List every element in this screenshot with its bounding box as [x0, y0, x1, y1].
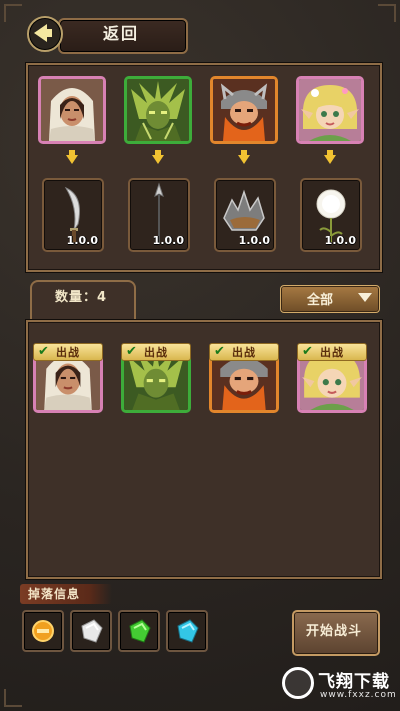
- start-battle-label: 开始战斗: [305, 624, 362, 639]
- roster-count-label: 数量：4: [54, 290, 108, 305]
- drop-item-white-gem[interactable]: [70, 610, 112, 652]
- equip-arrow-icon: [66, 150, 78, 164]
- checkmark-icon: ✔: [302, 344, 313, 359]
- back-label[interactable]: 返回: [58, 18, 184, 50]
- green-gem-icon: [129, 619, 151, 643]
- hero-portrait-green-warrior[interactable]: [124, 76, 192, 144]
- equipment-slot-3[interactable]: 1.0.0: [214, 178, 276, 252]
- checkmark-icon: ✔: [38, 344, 49, 359]
- in-battle-label: 出战: [320, 346, 344, 359]
- team-member-blonde-elf[interactable]: ✔ 出战: [297, 343, 367, 413]
- frame-corner-tl: [4, 4, 22, 22]
- drop-item-gold[interactable]: [22, 610, 64, 652]
- in-battle-badge: ✔ 出战: [209, 343, 279, 361]
- orange-dwarf-portrait: [213, 79, 275, 141]
- drop-info-label: 掉落信息: [28, 587, 81, 601]
- hooded-woman-portrait: [41, 79, 103, 141]
- hero-portrait-hooded-woman[interactable]: [38, 76, 106, 144]
- equipment-slot-4[interactable]: 1.0.0: [300, 178, 362, 252]
- equipment-slot-1[interactable]: 1.0.0: [42, 178, 104, 252]
- in-battle-badge: ✔ 出战: [121, 343, 191, 361]
- drop-item-green-gem[interactable]: [118, 610, 160, 652]
- in-battle-label: 出战: [144, 346, 168, 359]
- watermark-url: www.fxxz.com: [320, 690, 397, 700]
- hero-portrait-orange-dwarf[interactable]: [210, 76, 278, 144]
- watermark-brand: 飞翔下载: [318, 672, 390, 692]
- drop-item-blue-gem[interactable]: [166, 610, 208, 652]
- frame-corner-bl: [4, 689, 22, 707]
- in-battle-badge: ✔ 出战: [297, 343, 367, 361]
- team-member-green-warrior[interactable]: ✔ 出战: [121, 343, 191, 413]
- blonde-elf-portrait: [299, 79, 361, 141]
- equipment-level: 1.0.0: [238, 234, 270, 247]
- equip-arrow-icon: [238, 150, 250, 164]
- in-battle-badge: ✔ 出战: [33, 343, 103, 361]
- gold-coin-icon: [32, 620, 54, 642]
- back-button[interactable]: [27, 16, 63, 52]
- watermark-logo-icon: [282, 667, 314, 699]
- hero-portrait-blonde-elf[interactable]: [296, 76, 364, 144]
- green-warrior-portrait: [127, 79, 189, 141]
- equipment-level: 1.0.0: [324, 234, 356, 247]
- team-member-hooded-woman[interactable]: ✔ 出战: [33, 343, 103, 413]
- frame-corner-tr: [378, 4, 396, 22]
- equipment-level: 1.0.0: [152, 234, 184, 247]
- in-battle-label: 出战: [56, 346, 80, 359]
- equip-arrow-icon: [152, 150, 164, 164]
- filter-label: 全部: [306, 293, 333, 308]
- team-member-orange-dwarf[interactable]: ✔ 出战: [209, 343, 279, 413]
- blue-gem-icon: [177, 619, 199, 643]
- chevron-down-icon: [358, 293, 372, 302]
- equipment-level: 1.0.0: [66, 234, 98, 247]
- equip-arrow-icon: [324, 150, 336, 164]
- white-gem-icon: [81, 619, 103, 643]
- checkmark-icon: ✔: [214, 344, 225, 359]
- in-battle-label: 出战: [232, 346, 256, 359]
- checkmark-icon: ✔: [126, 344, 137, 359]
- equipment-slot-2[interactable]: 1.0.0: [128, 178, 190, 252]
